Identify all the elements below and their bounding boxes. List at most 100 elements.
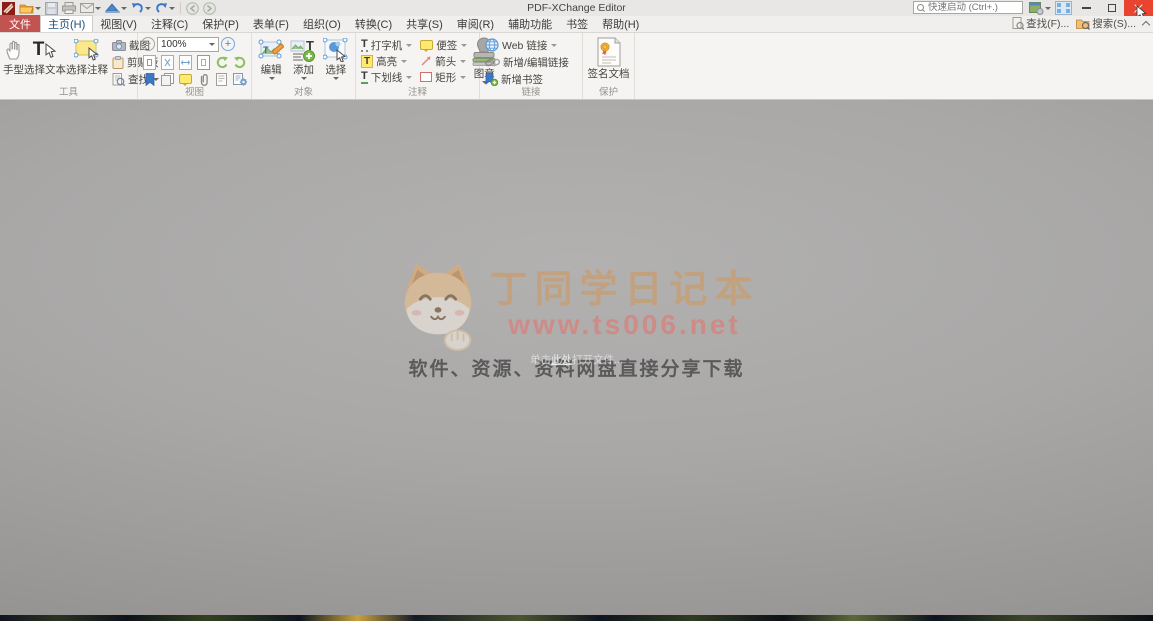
thumbnails-pane-button[interactable] xyxy=(159,71,176,87)
highlight-button[interactable]: T 高亮 xyxy=(359,53,414,69)
fit-visible-button[interactable] xyxy=(195,54,212,70)
typewriter-button[interactable]: T 打字机 xyxy=(359,37,414,53)
tab-file[interactable]: 文件 xyxy=(0,15,40,32)
typewriter-icon: T xyxy=(361,37,368,52)
add-object-icon: T xyxy=(290,35,317,65)
rectangle-annotation-button[interactable]: 矩形 xyxy=(418,69,469,85)
search-icon xyxy=(917,3,925,12)
fields-pane-button[interactable] xyxy=(213,71,230,87)
find-document-icon xyxy=(1012,17,1025,30)
sign-document-button[interactable]: 签名文档 xyxy=(586,35,631,87)
tab-protect[interactable]: 保护(P) xyxy=(195,15,246,32)
add-object-button[interactable]: T 添加 xyxy=(287,35,319,87)
select-comments-button[interactable]: 选择注释 xyxy=(66,35,108,87)
save-button[interactable] xyxy=(44,1,59,15)
tab-home[interactable]: 主页(H) xyxy=(40,15,94,32)
comments-pane-button[interactable] xyxy=(177,71,194,87)
tab-help[interactable]: 帮助(H) xyxy=(595,15,646,32)
launch-application-button[interactable] xyxy=(104,1,128,15)
panes-options-button[interactable] xyxy=(231,71,248,87)
clipboard-icon xyxy=(112,55,124,69)
zoom-in-button[interactable]: + xyxy=(221,37,235,51)
search-folder-icon xyxy=(1076,19,1091,30)
rotate-ccw-button[interactable] xyxy=(213,54,230,70)
actual-size-button[interactable] xyxy=(141,54,158,70)
fit-page-button[interactable] xyxy=(159,54,176,70)
app-logo-icon[interactable] xyxy=(1,1,16,15)
watermark-url: www.ts006.net xyxy=(508,309,741,340)
bookmarks-pane-button[interactable] xyxy=(141,71,158,87)
sticky-note-icon xyxy=(420,40,434,52)
sign-document-icon xyxy=(597,35,621,69)
tab-view[interactable]: 视图(V) xyxy=(93,15,144,32)
attachments-pane-button[interactable] xyxy=(195,71,212,87)
ribbon-group-links: Web 链接 新增/编辑链接 新增书签 链接 xyxy=(480,33,583,99)
rotate-cw-button[interactable] xyxy=(231,54,248,70)
underline-icon: T xyxy=(361,69,368,84)
ribbon-group-objects: T 编辑 T 添加 选择 对象 xyxy=(252,33,356,99)
maximize-button[interactable] xyxy=(1099,0,1124,16)
collapse-ribbon-button[interactable] xyxy=(1141,20,1151,30)
ribbon-spacer xyxy=(635,33,1153,99)
tab-share[interactable]: 共享(S) xyxy=(399,15,450,32)
open-file-hint: 单击此处打开文件... xyxy=(530,354,623,366)
quick-launch-input[interactable] xyxy=(928,2,1008,13)
select-text-button[interactable]: T 选择文本 xyxy=(24,35,66,87)
minimize-button[interactable] xyxy=(1074,0,1099,16)
paperclip-icon xyxy=(200,73,208,86)
group-label-links: 链接 xyxy=(521,87,541,98)
dog-mascot-icon xyxy=(405,263,472,351)
group-label-comments: 注释 xyxy=(407,87,427,98)
add-bookmark-button[interactable]: 新增书签 xyxy=(483,71,571,87)
find-command[interactable]: 查找(F)... xyxy=(1012,16,1069,31)
add-edit-link-button[interactable]: 新增/编辑链接 xyxy=(483,54,571,70)
open-file-hint-link[interactable]: 此处 xyxy=(551,354,572,366)
ribbon-group-comments: T 打字机 便签 T 高亮 箭头 T 下划线 矩形 图章 注释 xyxy=(356,33,496,99)
bookmark-icon xyxy=(145,72,154,86)
email-button[interactable] xyxy=(79,1,102,15)
underline-button[interactable]: T 下划线 xyxy=(359,69,414,85)
document-workspace[interactable]: 丁同学日记本 www.ts006.net 软件、资源、资料网盘直接分享下载 单击… xyxy=(0,100,1153,615)
open-file-button[interactable] xyxy=(18,1,42,15)
hand-tool-button[interactable]: 手型 xyxy=(3,35,24,87)
close-button[interactable] xyxy=(1124,0,1153,20)
arrow-annotation-button[interactable]: 箭头 xyxy=(418,53,469,69)
web-link-button[interactable]: Web 链接 xyxy=(483,37,571,53)
group-label-objects: 对象 xyxy=(293,87,313,98)
bookmark-add-icon xyxy=(485,72,498,86)
group-label-tools: 工具 xyxy=(58,87,78,98)
go-back-button[interactable] xyxy=(185,1,200,15)
tab-comment[interactable]: 注释(C) xyxy=(144,15,195,32)
zoom-level-select[interactable]: 100% xyxy=(157,36,219,52)
chain-link-icon xyxy=(485,58,500,66)
select-object-button[interactable]: 选择 xyxy=(320,35,352,87)
desktop-sliver xyxy=(0,615,1153,621)
group-label-view: 视图 xyxy=(184,87,204,98)
ribbon-group-protect: 签名文档 保护 xyxy=(583,33,635,99)
tab-accessibility[interactable]: 辅助功能 xyxy=(501,15,559,32)
tab-review[interactable]: 审阅(R) xyxy=(450,15,501,32)
zoom-out-button[interactable]: − xyxy=(141,37,155,51)
hand-icon xyxy=(4,35,24,65)
find-icon xyxy=(112,72,125,86)
tab-organize[interactable]: 组织(O) xyxy=(296,15,348,32)
sticky-note-button[interactable]: 便签 xyxy=(418,37,469,53)
edit-object-button[interactable]: T 编辑 xyxy=(255,35,287,87)
select-text-icon: T xyxy=(33,35,58,65)
fit-width-button[interactable] xyxy=(177,54,194,70)
tab-convert[interactable]: 转换(C) xyxy=(348,15,399,32)
ui-options-button[interactable] xyxy=(1027,0,1053,16)
layout-toggle-button[interactable] xyxy=(1053,0,1074,16)
select-comments-icon xyxy=(74,35,100,65)
redo-button[interactable] xyxy=(154,1,176,15)
edit-object-icon: T xyxy=(258,35,285,65)
ribbon-group-tools: 手型 T 选择文本 选择注释 截图 剪贴板 xyxy=(0,33,169,99)
undo-button[interactable] xyxy=(130,1,152,15)
tab-form[interactable]: 表单(F) xyxy=(246,15,296,32)
go-forward-button[interactable] xyxy=(202,1,217,15)
print-button[interactable] xyxy=(61,1,77,15)
quick-launch-search[interactable] xyxy=(913,1,1023,14)
search-command[interactable]: 搜索(S)... xyxy=(1076,16,1136,31)
highlight-icon: T xyxy=(361,54,374,68)
tab-bookmarks[interactable]: 书签 xyxy=(559,15,595,32)
